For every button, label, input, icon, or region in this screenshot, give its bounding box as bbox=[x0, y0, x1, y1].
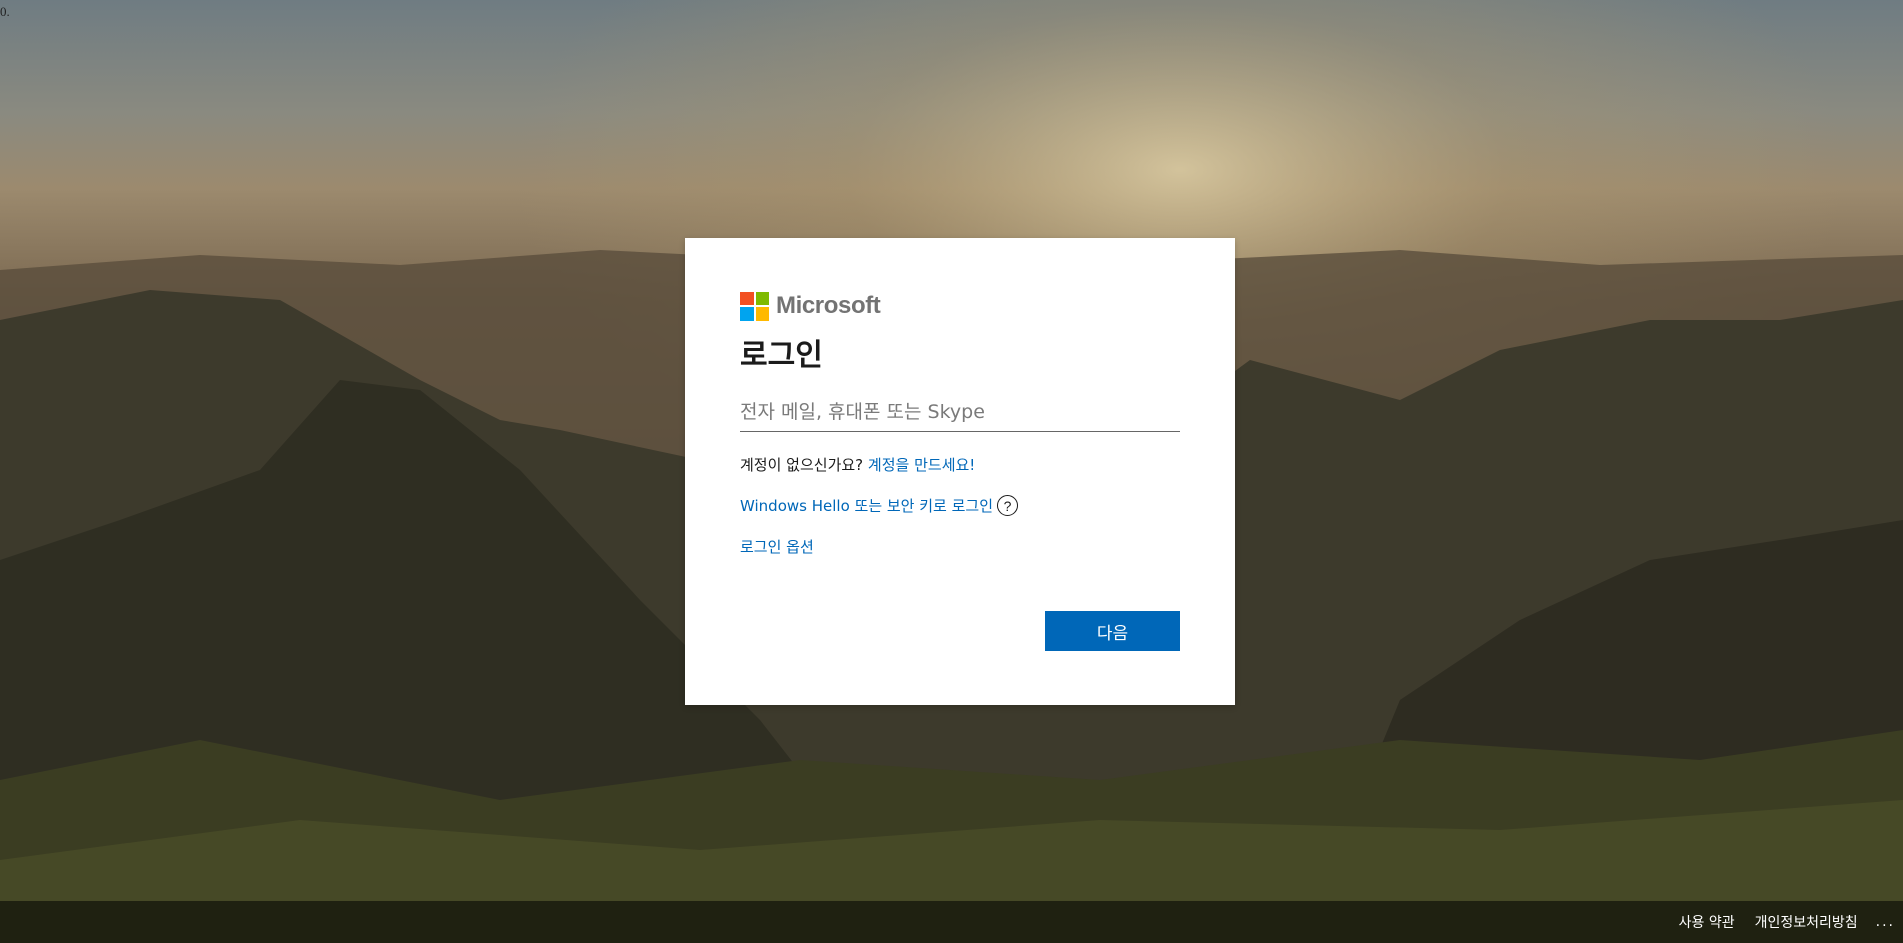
windows-hello-link[interactable]: Windows Hello 또는 보안 키로 로그인 bbox=[740, 495, 993, 516]
email-field-wrap bbox=[740, 396, 1180, 432]
corner-text: 0. bbox=[0, 4, 10, 19]
signin-options-link[interactable]: 로그인 옵션 bbox=[740, 538, 814, 556]
no-account-text: 계정이 없으신가요? bbox=[740, 456, 864, 474]
microsoft-logo: Microsoft bbox=[740, 291, 1180, 321]
create-account-link[interactable]: 계정을 만드세요! bbox=[868, 456, 975, 474]
page-title: 로그인 bbox=[740, 338, 823, 373]
terms-link[interactable]: 사용 약관 bbox=[1679, 912, 1735, 932]
microsoft-logo-icon bbox=[740, 291, 769, 321]
signin-card: Microsoft 로그인 계정이 없으신가요? 계정을 만드세요! Windo… bbox=[685, 238, 1235, 705]
email-input[interactable] bbox=[740, 396, 1180, 432]
next-button[interactable]: 다음 bbox=[1045, 611, 1180, 651]
brand-name: Microsoft bbox=[776, 292, 881, 319]
footer: 사용 약관 개인정보처리방침 ... bbox=[0, 901, 1903, 943]
signin-options-row: 로그인 옵션 bbox=[740, 536, 1180, 557]
no-account-row: 계정이 없으신가요? 계정을 만드세요! bbox=[740, 454, 1180, 475]
windows-hello-row: Windows Hello 또는 보안 키로 로그인 ? bbox=[740, 495, 1180, 516]
more-options-button[interactable]: ... bbox=[1876, 914, 1895, 930]
help-icon[interactable]: ? bbox=[997, 495, 1019, 516]
privacy-link[interactable]: 개인정보처리방침 bbox=[1755, 912, 1858, 932]
